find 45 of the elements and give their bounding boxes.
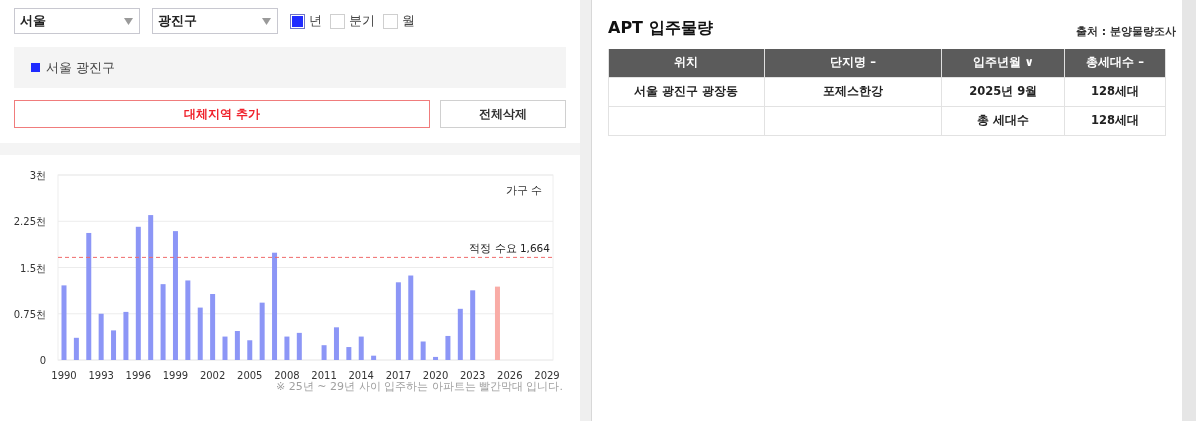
x-tick-label: 1999 [162,370,189,381]
column-header[interactable]: 입주년월 ∨ [941,49,1065,77]
table-cell: 포제스한강 [764,77,942,106]
x-tick-label: 2023 [459,370,486,381]
table-cell: 총 세대수 [941,106,1065,135]
region-label: 서울 광진구 [46,58,116,77]
dropdown[interactable]: 광진구 [152,8,278,34]
y-tick-label: 1.5천 [20,262,46,274]
y-tick-label: 2.25천 [13,216,46,228]
checkbox-label: 분기 [349,12,375,31]
clear-all-button[interactable]: 전체삭제 [440,100,566,128]
threshold-label: 적정 수요 1,664 [469,242,550,255]
dropdown[interactable]: 서울 [14,8,140,34]
add-region-button[interactable]: 대체지역 추가 [14,100,430,128]
y-tick-label: 0 [39,355,46,366]
panel-title: APT 입주물량 [608,17,713,39]
x-tick-label: 2014 [348,370,374,381]
x-tick-label: 2020 [422,370,449,381]
x-tick-label: 2029 [534,370,560,381]
footnote: ※ 25년 ~ 29년 사이 입주하는 아파트는 빨간막대 입니다. [276,379,563,395]
x-tick-label: 2005 [237,370,263,381]
caret-icon [124,17,133,25]
x-tick-label: 2008 [274,370,300,381]
x-tick-label: 1996 [125,370,152,381]
x-tick-label: 1990 [51,370,77,381]
table-cell: 서울 광진구 광장동 [608,77,765,106]
caret-icon [262,17,271,25]
table-cell: 128세대 [1064,106,1166,135]
y-axis-title: 가구 수 [505,184,542,197]
column-header[interactable]: 단지명 – [764,49,942,77]
y-tick-label: 0.75천 [13,308,46,320]
x-tick-label: 2026 [497,370,523,381]
column-header[interactable]: 총세대수 – [1064,49,1166,77]
table-cell: 128세대 [1064,77,1166,106]
column-header[interactable]: 위치 [608,49,765,77]
checkbox-label: 월 [402,12,415,31]
checkbox[interactable] [290,13,305,29]
x-tick-label: 2011 [311,370,337,381]
x-tick-label: 2002 [199,370,226,381]
table-cell: 2025년 9월 [941,77,1065,106]
source-label: 출처 : 분양물량조사 [1075,23,1176,40]
x-tick-label: 2017 [385,370,412,381]
checkbox-label: 년 [309,12,322,31]
y-tick-label: 3천 [29,170,46,181]
x-tick-label: 1993 [88,370,114,381]
